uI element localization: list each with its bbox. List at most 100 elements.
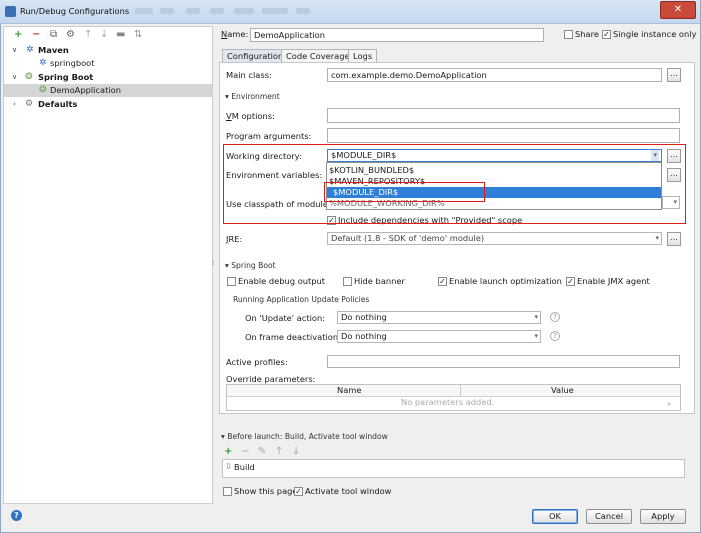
on-update-value: Do nothing [341,312,387,322]
build-icon: ⇩ [225,461,232,471]
column-divider [460,385,461,397]
expand-icon[interactable]: » [667,399,671,410]
tab-configuration[interactable]: Configuration [222,49,289,63]
table-header: Name Value [227,385,680,397]
before-launch-header: ▾ Before launch: Build, Activate tool wi… [221,432,388,441]
tab-logs[interactable]: Logs [348,49,378,63]
move-up-icon[interactable]: ↑ [275,446,283,457]
move-down-icon[interactable]: ↓ [292,446,300,457]
on-update-combo[interactable]: Do nothing ▾ [337,311,541,324]
activate-tool-window-label: Activate tool window [305,486,392,496]
column-value[interactable]: Value [551,385,574,396]
maven-icon: ✲ [26,45,34,55]
launch-optimization-label: Enable launch optimization [449,276,562,286]
remove-task-icon[interactable]: − [241,446,249,457]
title-bar: Run/Debug Configurations ✕ [0,0,700,24]
jmx-agent-label: Enable JMX agent [577,276,650,286]
on-update-label: On 'Update' action: [245,313,326,323]
blurred-menu [135,8,153,14]
single-instance-label: Single instance only [613,29,697,39]
chevron-down-icon[interactable]: ▾ [534,312,538,323]
tab-code-coverage[interactable]: Code Coverage [281,49,355,63]
vm-options-label: VM options: [226,111,275,121]
help-icon[interactable]: ? [550,312,560,322]
blurred-menu [210,8,224,14]
override-parameters-table[interactable]: Name Value No parameters added. » [226,384,681,411]
empty-table-text: No parameters added. [401,397,495,407]
blurred-menu [234,8,254,14]
config-tree-panel: + − ⧉ ⚙ ↑ ↓ ▬ ⇅ ∨ ✲ Maven ✲ springboot ∨… [3,26,213,504]
maven-config-icon: ✲ [39,58,47,68]
copy-icon[interactable]: ⧉ [50,29,57,40]
blurred-menu [296,8,310,14]
single-instance-checkbox[interactable]: ✓ [602,30,611,39]
spring-boot-header: ▾ Spring Boot [225,261,276,270]
on-frame-deactivation-value: Do nothing [341,331,387,341]
tree-item-springboot[interactable]: ✲ springboot [4,57,212,70]
blurred-menu [160,8,174,14]
chevron-down-icon[interactable]: ∨ [12,44,17,57]
tree-item-demo-application[interactable]: ❂ DemoApplication [4,84,212,97]
close-button[interactable]: ✕ [660,1,696,19]
column-name[interactable]: Name [337,385,361,396]
tree-item-defaults[interactable]: › ⚙ Defaults [4,98,212,111]
launch-optimization-checkbox[interactable]: ✓ [438,277,447,286]
before-launch-list[interactable]: ⇩ Build [222,459,685,478]
move-up-icon[interactable]: ↑ [84,29,92,40]
tree-item-maven[interactable]: ∨ ✲ Maven [4,44,212,57]
on-frame-deactivation-combo[interactable]: Do nothing ▾ [337,330,541,343]
active-profiles-label: Active profiles: [226,357,288,367]
activate-tool-window-checkbox[interactable]: ✓ [294,487,303,496]
wrench-icon[interactable]: ⚙ [66,29,75,40]
chevron-down-icon[interactable]: ▾ [534,331,538,342]
debug-output-checkbox[interactable] [227,277,236,286]
jre-combo[interactable]: Default (1.8 - SDK of 'demo' module) ▾ [327,232,662,245]
tree-item-spring-boot[interactable]: ∨ ❂ Spring Boot [4,71,212,84]
add-task-icon[interactable]: + [224,446,232,457]
jre-browse-button[interactable]: ... [667,232,681,246]
hide-banner-checkbox[interactable] [343,277,352,286]
on-frame-deactivation-label: On frame deactivation: [245,332,341,342]
show-page-label: Show this page [234,486,298,496]
blurred-menu [262,8,288,14]
before-launch-item[interactable]: Build [234,462,255,473]
blurred-menu [186,8,200,14]
move-down-icon[interactable]: ↓ [100,29,108,40]
edit-task-icon[interactable]: ✎ [258,446,266,457]
remove-icon[interactable]: − [32,29,40,40]
program-arguments-field[interactable] [327,128,680,143]
environment-header-text: Environment [231,92,280,101]
defaults-icon: ⚙ [25,99,34,109]
folder-icon[interactable]: ▬ [116,29,125,40]
main-class-field[interactable]: com.example.demo.DemoApplication [327,68,662,82]
help-button[interactable]: ? [11,510,22,521]
debug-output-label: Enable debug output [238,276,326,286]
name-field[interactable]: DemoApplication [250,28,544,42]
jre-label: JRE: [226,234,243,244]
apply-button[interactable]: Apply [640,509,686,524]
cancel-button[interactable]: Cancel [586,509,632,524]
program-arguments-label: Program arguments: [226,131,312,141]
help-icon[interactable]: ? [550,331,560,341]
active-profiles-field[interactable] [327,355,680,368]
environment-header: ▾ Environment [225,92,280,101]
before-launch-header-text: Before launch: Build, Activate tool wind… [227,432,388,441]
name-label: Name: [221,29,249,39]
add-icon[interactable]: + [14,29,22,40]
jre-value: Default (1.8 - SDK of 'demo' module) [331,233,485,243]
sort-icon[interactable]: ⇅ [134,29,142,40]
chevron-down-icon[interactable]: ▾ [655,233,659,244]
vm-options-field[interactable] [327,108,680,123]
splitter-handle[interactable]: ⁞ [212,258,215,267]
ok-button[interactable]: OK [532,509,578,524]
jmx-agent-checkbox[interactable]: ✓ [566,277,575,286]
main-class-browse-button[interactable]: ... [667,68,681,82]
chevron-down-icon[interactable]: ∨ [12,71,17,84]
chevron-right-icon[interactable]: › [13,98,16,111]
window-title: Run/Debug Configurations [20,6,130,16]
show-page-checkbox[interactable] [223,487,232,496]
spring-app-icon: ❂ [39,85,47,95]
app-icon [5,6,16,17]
main-class-label: Main class: [226,70,272,80]
share-checkbox[interactable] [564,30,573,39]
